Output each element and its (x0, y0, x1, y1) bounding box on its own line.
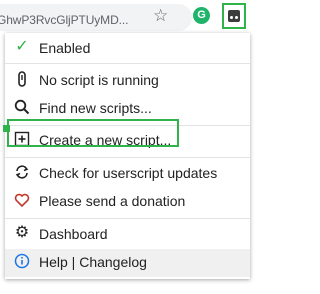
highlight-marker (3, 125, 10, 132)
tampermonkey-menu: ✓ Enabled No script is running Find new … (5, 33, 250, 279)
menu-item-enabled[interactable]: ✓ Enabled (5, 35, 250, 61)
menu-item-label: Check for userscript updates (39, 165, 218, 181)
script-icon (14, 71, 30, 87)
menu-item-no-script: No script is running (5, 67, 250, 93)
grammarly-extension-icon[interactable]: G (193, 7, 210, 24)
menu-divider (5, 157, 250, 158)
menu-item-label: Please send a donation (39, 193, 186, 209)
menu-item-label: Enabled (39, 40, 91, 56)
menu-item-check-updates[interactable]: Check for userscript updates (5, 160, 250, 186)
menu-item-donation[interactable]: Please send a donation (5, 188, 250, 214)
menu-item-find-scripts[interactable]: Find new scripts... (5, 95, 250, 121)
info-icon (14, 253, 30, 269)
heart-icon (14, 192, 30, 208)
checkmark-icon: ✓ (15, 38, 29, 55)
create-script-highlight-box (7, 119, 179, 147)
menu-divider (5, 218, 250, 219)
bookmark-star-icon[interactable]: ☆ (153, 6, 168, 26)
search-icon (14, 99, 30, 115)
tampermonkey-extension-button[interactable] (222, 3, 246, 29)
menu-item-label: Find new scripts... (39, 100, 152, 116)
url-text: GhwP3RvcGljPTUyMD... (0, 13, 129, 27)
menu-item-label: No script is running (39, 72, 159, 88)
menu-item-dashboard[interactable]: ⚙ Dashboard (5, 221, 250, 247)
menu-item-label: Help | Changelog (39, 254, 147, 270)
refresh-icon (14, 164, 30, 180)
menu-item-help-changelog[interactable]: Help | Changelog (5, 249, 250, 277)
tampermonkey-icon (228, 10, 240, 22)
menu-item-label: Dashboard (39, 226, 108, 242)
browser-toolbar: GhwP3RvcGljPTUyMD... ☆ G (0, 0, 257, 34)
gear-icon: ⚙ (14, 224, 30, 241)
menu-divider (5, 63, 250, 64)
